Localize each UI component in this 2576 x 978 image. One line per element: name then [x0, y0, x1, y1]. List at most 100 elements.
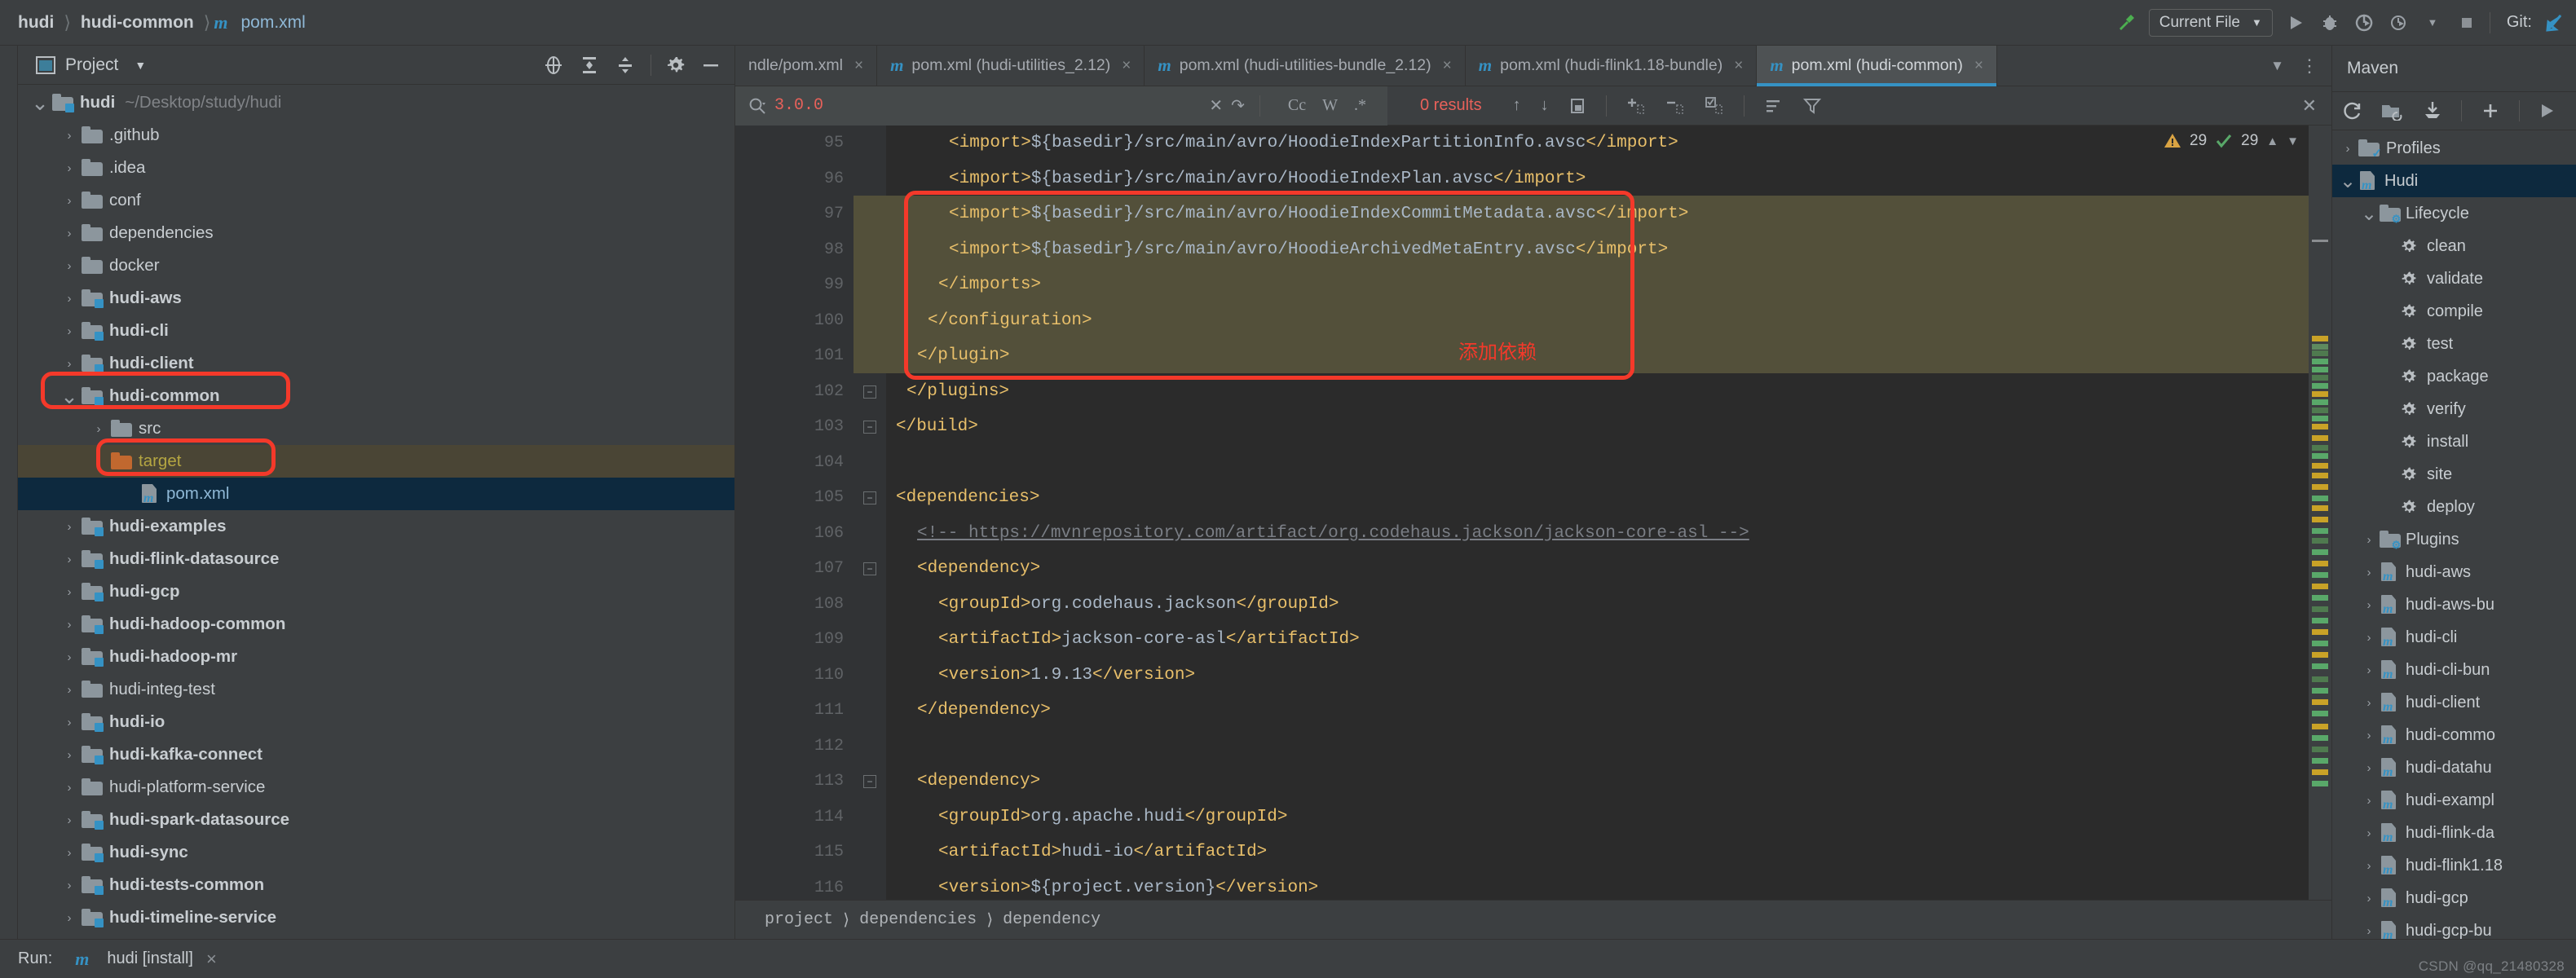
chevron-right-icon[interactable]: › [57, 585, 82, 599]
add-icon[interactable] [2480, 100, 2501, 121]
regex-toggle[interactable]: .* [1354, 96, 1366, 115]
code-line[interactable]: <version> ${project.version} </version> [854, 870, 2331, 901]
project-tree-row[interactable]: › .github [18, 119, 734, 152]
editor-tab[interactable]: ndle/pom.xml × [735, 46, 878, 86]
error-stripe-marker[interactable] [2312, 359, 2328, 364]
error-stripe-marker[interactable] [2312, 375, 2328, 381]
error-stripe-marker[interactable] [2312, 758, 2328, 764]
breadcrumb-item-file[interactable]: pom.xml [234, 13, 311, 33]
chevron-right-icon[interactable]: › [57, 716, 82, 729]
expand-all-icon[interactable] [579, 55, 600, 76]
locate-icon[interactable] [543, 55, 564, 76]
error-stripe-marker[interactable] [2312, 391, 2328, 397]
chevron-right-icon[interactable]: › [2358, 892, 2380, 905]
chevron-right-icon[interactable]: › [57, 911, 82, 925]
code-line[interactable]: <import> ${basedir}/src/main/avro/HoodieI… [854, 196, 2331, 232]
project-tree-row[interactable]: m pom.xml [18, 478, 734, 510]
chevron-right-icon[interactable]: › [2358, 761, 2380, 775]
error-stripe-marker[interactable] [2312, 496, 2328, 501]
editor-tab-bar[interactable]: ndle/pom.xml × m pom.xml (hudi-utilities_2.… [735, 46, 2331, 86]
project-tree-row[interactable]: › hudi-tests-common [18, 869, 734, 901]
chevron-right-icon[interactable]: › [57, 357, 82, 371]
maven-tree-row[interactable]: site [2332, 458, 2576, 491]
maven-tree-row[interactable]: compile [2332, 295, 2576, 328]
debug-icon[interactable] [2318, 11, 2341, 34]
clear-icon[interactable]: ✕ [1209, 95, 1223, 116]
maven-tree-row[interactable]: ⌄ m Hudi [2332, 165, 2576, 197]
project-tree-row[interactable]: › hudi-aws [18, 282, 734, 315]
error-stripe-marker[interactable] [2312, 781, 2328, 786]
chevron-down-icon[interactable]: ⌄ [28, 92, 52, 113]
search-input-wrapper[interactable]: 3.0.0 ✕ ↷ Cc W .* [735, 86, 1387, 126]
chevron-right-icon[interactable]: › [57, 194, 82, 208]
error-stripe-marker[interactable] [2312, 618, 2328, 623]
editor-tab[interactable]: m pom.xml (hudi-utilities_2.12) × [877, 46, 1145, 86]
error-stripe-marker[interactable] [2312, 528, 2328, 534]
scrollbar-thumb[interactable] [2312, 240, 2328, 242]
code-line[interactable]: <artifactId> hudi-io </artifactId> [854, 835, 2331, 870]
download-sources-icon[interactable] [2422, 100, 2443, 121]
chevron-right-icon[interactable]: › [86, 455, 111, 469]
error-stripe-marker[interactable] [2312, 463, 2328, 469]
maven-tree[interactable]: › ✓ Profiles ⌄ m Hudi ⌄ ⚙ Lifecycle clean validate… [2332, 130, 2576, 939]
gear-icon[interactable] [666, 55, 686, 75]
line-number-gutter[interactable]: 95 96 97 98 99 100 101 102 103 104 105 106 107 108 109… [735, 126, 854, 900]
error-stripe-scrollbar[interactable] [2309, 126, 2331, 900]
maven-tree-row[interactable]: install [2332, 425, 2576, 458]
error-stripe-marker[interactable] [2312, 735, 2328, 741]
error-stripe-marker[interactable] [2312, 416, 2328, 421]
chevron-right-icon[interactable]: › [57, 846, 82, 860]
error-stripe-marker[interactable] [2312, 383, 2328, 389]
breadcrumb-item-project[interactable]: hudi [11, 13, 60, 33]
chevron-right-icon[interactable]: › [86, 422, 111, 436]
error-stripe-marker[interactable] [2312, 484, 2328, 490]
project-tree-row[interactable]: › hudi-platform-service [18, 771, 734, 804]
error-stripe-marker[interactable] [2312, 606, 2328, 612]
add-icon[interactable] [1626, 96, 1646, 116]
code-line[interactable]: </build> [854, 409, 2331, 445]
chevron-right-icon[interactable]: › [2358, 729, 2380, 742]
code-editor[interactable]: 95 96 97 98 99 100 101 102 103 104 105 106 107 108 109… [735, 126, 2331, 900]
editor-tab[interactable]: m pom.xml (hudi-flink1.18-bundle) × [1466, 46, 1758, 86]
code-line[interactable]: <groupId> org.codehaus.jackson </groupId> [854, 587, 2331, 623]
editor-tab[interactable]: m pom.xml (hudi-common) × [1757, 46, 1997, 86]
code-line[interactable]: <!-- https://mvnrepository.com/artifact/… [854, 516, 2331, 552]
chevron-right-icon[interactable]: › [57, 813, 82, 827]
error-stripe-marker[interactable] [2312, 399, 2328, 405]
error-stripe-marker[interactable] [2312, 711, 2328, 716]
chevron-down-icon[interactable]: ▼ [2270, 58, 2284, 74]
chevron-down-icon[interactable]: ⌄ [2337, 171, 2358, 191]
chevron-right-icon[interactable]: › [57, 324, 82, 338]
project-tree-row[interactable]: › hudi-hadoop-mr [18, 641, 734, 673]
run-configuration-selector[interactable]: Current File ▼ [2148, 8, 2273, 37]
git-update-icon[interactable] [2543, 11, 2566, 34]
error-stripe-marker[interactable] [2312, 549, 2328, 555]
error-stripe-marker[interactable] [2312, 688, 2328, 694]
close-icon[interactable]: × [206, 949, 217, 970]
run-icon[interactable] [2284, 11, 2307, 34]
whole-words-toggle[interactable]: W [1322, 96, 1338, 115]
run-session-name[interactable]: hudi [install] [107, 949, 193, 968]
error-stripe-marker[interactable] [2312, 445, 2328, 451]
code-line[interactable]: <import> ${basedir}/src/main/avro/HoodieI… [854, 161, 2331, 197]
chevron-right-icon[interactable]: › [57, 781, 82, 795]
chevron-right-icon[interactable]: › [57, 227, 82, 240]
chevron-right-icon[interactable]: › [57, 650, 82, 664]
more-options-icon[interactable]: ⋮ [2300, 55, 2318, 77]
chevron-right-icon[interactable]: › [2358, 794, 2380, 808]
code-line[interactable] [854, 729, 2331, 764]
error-stripe-marker[interactable] [2312, 572, 2328, 578]
chevron-right-icon[interactable]: › [2358, 631, 2380, 645]
code-line[interactable]: <dependencies> [854, 480, 2331, 516]
code-line[interactable]: </plugins> [854, 374, 2331, 410]
chevron-right-icon[interactable]: › [57, 259, 82, 273]
code-content[interactable]: <import> ${basedir}/src/main/avro/HoodieI… [854, 126, 2331, 900]
chevron-down-icon[interactable]: ⌄ [57, 385, 82, 407]
maven-tree-row[interactable]: test [2332, 328, 2576, 360]
minimize-icon[interactable] [700, 55, 721, 76]
error-stripe-marker[interactable] [2312, 769, 2328, 775]
project-tree-row[interactable]: › hudi-flink-datasource [18, 543, 734, 575]
regex-history-icon[interactable]: ↷ [1231, 95, 1245, 116]
prev-match-icon[interactable]: ↑ [1513, 96, 1521, 115]
chevron-right-icon[interactable]: › [2358, 696, 2380, 710]
